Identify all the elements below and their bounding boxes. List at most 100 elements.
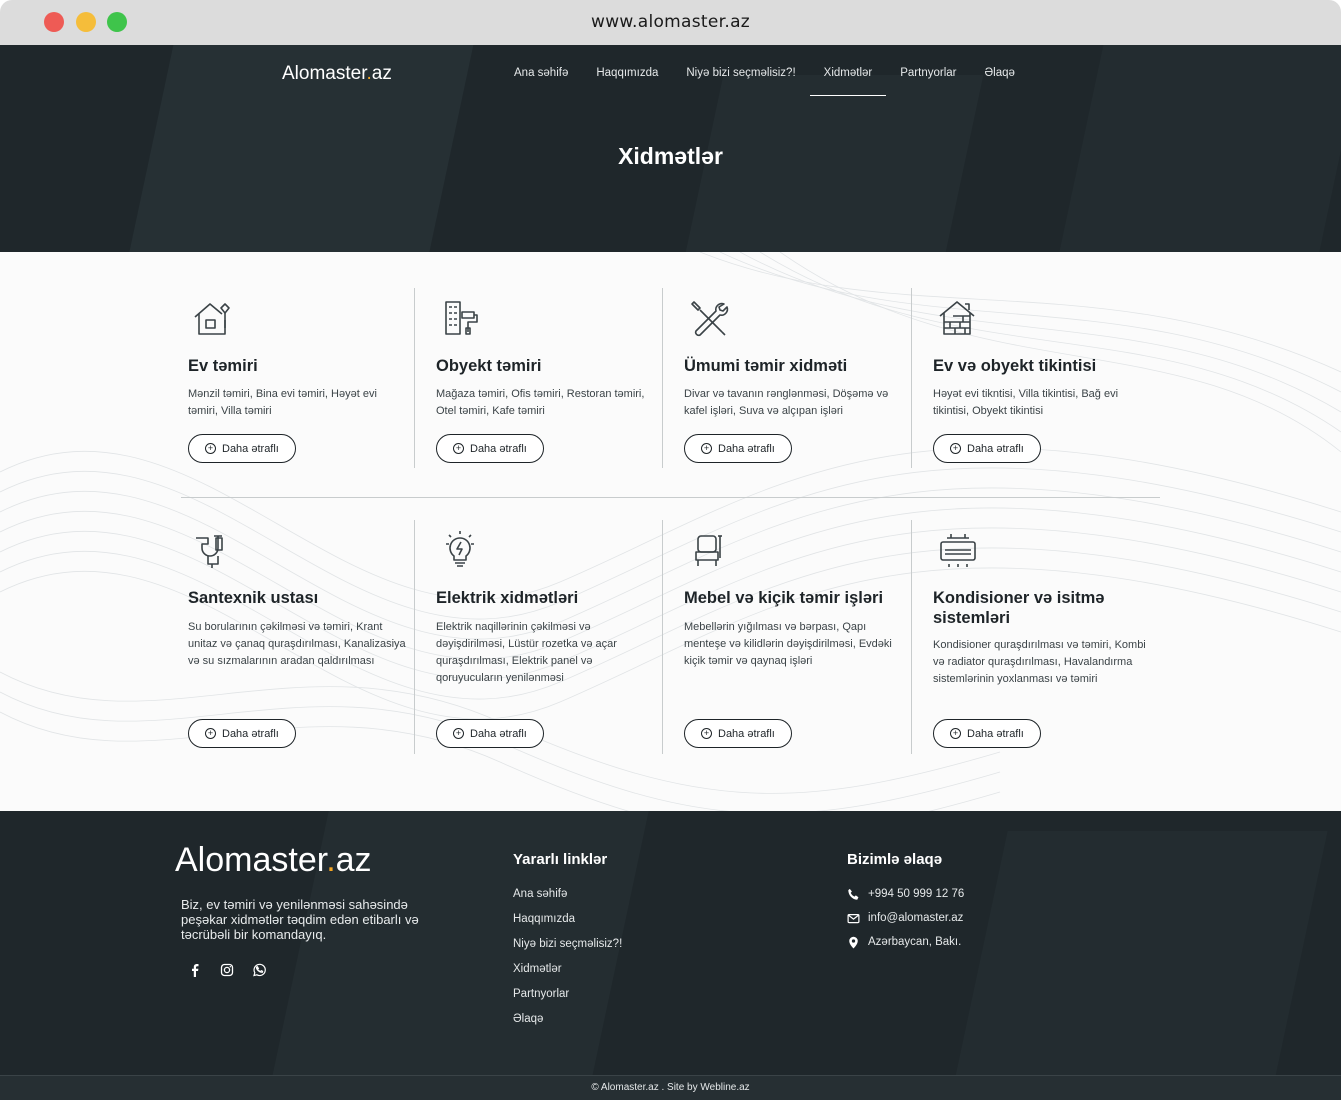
- copyright: © Alomaster.az . Site by Webline.az: [0, 1075, 1341, 1100]
- contact-list: +994 50 999 12 76 info@alomaster.az Azər…: [847, 882, 964, 954]
- mail-icon: [847, 913, 860, 923]
- column-divider: [662, 520, 663, 754]
- service-title: Ev və obyekt tikintisi: [933, 357, 1097, 375]
- whatsapp-icon[interactable]: [252, 963, 266, 977]
- contact-phone-text: +994 50 999 12 76: [868, 888, 965, 900]
- service-card: Ümumi təmir xidməti Divar və tavanın rən…: [684, 298, 904, 468]
- wrench-screwdriver-icon: [691, 301, 729, 337]
- service-description: Su borularının çəkilməsi və təmiri, Kran…: [188, 621, 406, 667]
- nav-item-partners[interactable]: Partnyorlar: [886, 67, 970, 96]
- social-links: [188, 963, 266, 977]
- column-divider: [911, 520, 912, 754]
- service-card: Santexnik ustası Su borularının çəkilməs…: [188, 530, 408, 750]
- contact-phone[interactable]: +994 50 999 12 76: [847, 882, 964, 906]
- plus-circle-icon: +: [701, 728, 712, 739]
- logo-text: Alomaster: [282, 63, 367, 84]
- pipe-faucet-icon: [196, 535, 223, 568]
- footer-link-why-us[interactable]: Niyə bizi seçməlisiz?!: [513, 938, 622, 963]
- column-divider: [662, 288, 663, 468]
- contact-title: Bizimlə əlaqə: [847, 851, 943, 868]
- more-info-button[interactable]: + Daha ətraflı: [436, 719, 544, 748]
- site-logo[interactable]: Alomaster.az: [282, 63, 392, 85]
- service-card: Ev təmiri Mənzil təmiri, Bina evi təmiri…: [188, 298, 408, 468]
- button-label: Daha ətraflı: [470, 727, 527, 740]
- row-divider: [181, 497, 1160, 498]
- contact-email-text: info@alomaster.az: [868, 912, 964, 924]
- button-label: Daha ətraflı: [222, 442, 279, 455]
- footer-logo[interactable]: Alomaster.az: [175, 841, 372, 880]
- contact-email[interactable]: info@alomaster.az: [847, 906, 964, 930]
- more-info-button[interactable]: + Daha ətraflı: [933, 434, 1041, 463]
- footer-about-text: Biz, ev təmiri və yenilənməsi sahəsində …: [181, 897, 419, 942]
- main-nav: Ana səhifə Haqqımızda Niyə bizi seçməlis…: [500, 67, 1029, 96]
- service-card: Ev və obyekt tikintisi Həyət evi tikntis…: [933, 298, 1153, 468]
- site-footer: Alomaster.az Biz, ev təmiri və yenilənmə…: [0, 811, 1341, 1075]
- button-label: Daha ətraflı: [222, 727, 279, 740]
- service-description: Kondisioner quraşdırılması və təmiri, Ko…: [933, 639, 1146, 685]
- browser-toolbar: www.alomaster.az: [0, 0, 1341, 45]
- service-title: Elektrik xidmətləri: [436, 589, 579, 607]
- footer-link-about[interactable]: Haqqımızda: [513, 913, 622, 938]
- logo-tld: az: [335, 841, 372, 879]
- service-description: Həyət evi tikntisi, Villa tikintisi, Bağ…: [933, 388, 1119, 417]
- house-repair-icon: [194, 303, 230, 335]
- column-divider: [414, 520, 415, 754]
- footer-link-services[interactable]: Xidmətlər: [513, 963, 622, 988]
- footer-link-contact[interactable]: Əlaqə: [513, 1013, 622, 1038]
- services-section: Ev təmiri Mənzil təmiri, Bina evi təmiri…: [0, 252, 1341, 811]
- service-title: Ev təmiri: [188, 357, 258, 375]
- plus-circle-icon: +: [453, 728, 464, 739]
- service-description: Mebellərin yığılması və bərpası, Qapı me…: [684, 621, 892, 667]
- more-info-button[interactable]: + Daha ətraflı: [436, 434, 544, 463]
- service-card: Mebel və kiçik təmir işləri Mebellərin y…: [684, 530, 904, 750]
- service-description: Mağaza təmiri, Ofis təmiri, Restoran təm…: [436, 388, 645, 417]
- more-info-button[interactable]: + Daha ətraflı: [933, 719, 1041, 748]
- service-description: Mənzil təmiri, Bina evi təmiri, Həyət ev…: [188, 388, 377, 417]
- footer-bg-shape: [952, 831, 1328, 1075]
- footer-link-home[interactable]: Ana səhifə: [513, 888, 622, 913]
- plus-circle-icon: +: [453, 443, 464, 454]
- logo-dot: .: [326, 841, 336, 879]
- service-title: Santexnik ustası: [188, 589, 319, 607]
- useful-links-title: Yararlı linklər: [513, 851, 608, 868]
- service-description: Elektrik naqillərinin çəkilməsi və dəyiş…: [436, 621, 617, 684]
- chair-tools-icon: [695, 535, 722, 566]
- location-pin-icon: [849, 936, 858, 948]
- plus-circle-icon: +: [701, 443, 712, 454]
- nav-item-about[interactable]: Haqqımızda: [582, 67, 672, 96]
- instagram-icon[interactable]: [220, 963, 234, 977]
- more-info-button[interactable]: + Daha ətraflı: [684, 719, 792, 748]
- more-info-button[interactable]: + Daha ətraflı: [188, 434, 296, 463]
- nav-item-home[interactable]: Ana səhifə: [500, 67, 582, 96]
- service-description: Divar və tavanın rənglənməsi, Döşəmə və …: [684, 388, 889, 417]
- button-label: Daha ətraflı: [718, 727, 775, 740]
- service-card: Elektrik xidmətləri Elektrik naqillərini…: [436, 530, 656, 750]
- button-label: Daha ətraflı: [718, 442, 775, 455]
- logo-tld: az: [371, 63, 392, 84]
- plus-circle-icon: +: [205, 728, 216, 739]
- footer-links-list: Ana səhifə Haqqımızda Niyə bizi seçməlis…: [513, 888, 622, 1038]
- more-info-button[interactable]: + Daha ətraflı: [188, 719, 296, 748]
- air-conditioner-icon: [940, 534, 976, 567]
- column-divider: [911, 288, 912, 468]
- service-title: Ümumi təmir xidməti: [684, 357, 848, 375]
- button-label: Daha ətraflı: [967, 727, 1024, 740]
- facebook-icon[interactable]: [188, 963, 202, 977]
- hero-section: Alomaster.az Ana səhifə Haqqımızda Niyə …: [0, 45, 1341, 252]
- page-title: Xidmətlər: [618, 143, 723, 169]
- plus-circle-icon: +: [205, 443, 216, 454]
- address-bar-url[interactable]: www.alomaster.az: [0, 12, 1341, 32]
- phone-icon: [848, 888, 859, 900]
- house-brick-icon: [939, 301, 975, 335]
- footer-link-partners[interactable]: Partnyorlar: [513, 988, 622, 1013]
- column-divider: [414, 288, 415, 468]
- service-card: Obyekt təmiri Mağaza təmiri, Ofis təmiri…: [436, 298, 656, 468]
- more-info-button[interactable]: + Daha ətraflı: [684, 434, 792, 463]
- service-title: Mebel və kiçik təmir işləri: [684, 589, 884, 607]
- nav-item-services[interactable]: Xidmətlər: [809, 67, 887, 96]
- nav-item-contact[interactable]: Əlaqə: [970, 67, 1028, 96]
- service-title: Obyekt təmiri: [436, 357, 542, 375]
- nav-item-why-us[interactable]: Niyə bizi seçməlisiz?!: [672, 67, 809, 96]
- service-title: Kondisioner və isitmə sistemləri: [933, 589, 1105, 627]
- contact-address: Azərbaycan, Bakı.: [847, 930, 964, 954]
